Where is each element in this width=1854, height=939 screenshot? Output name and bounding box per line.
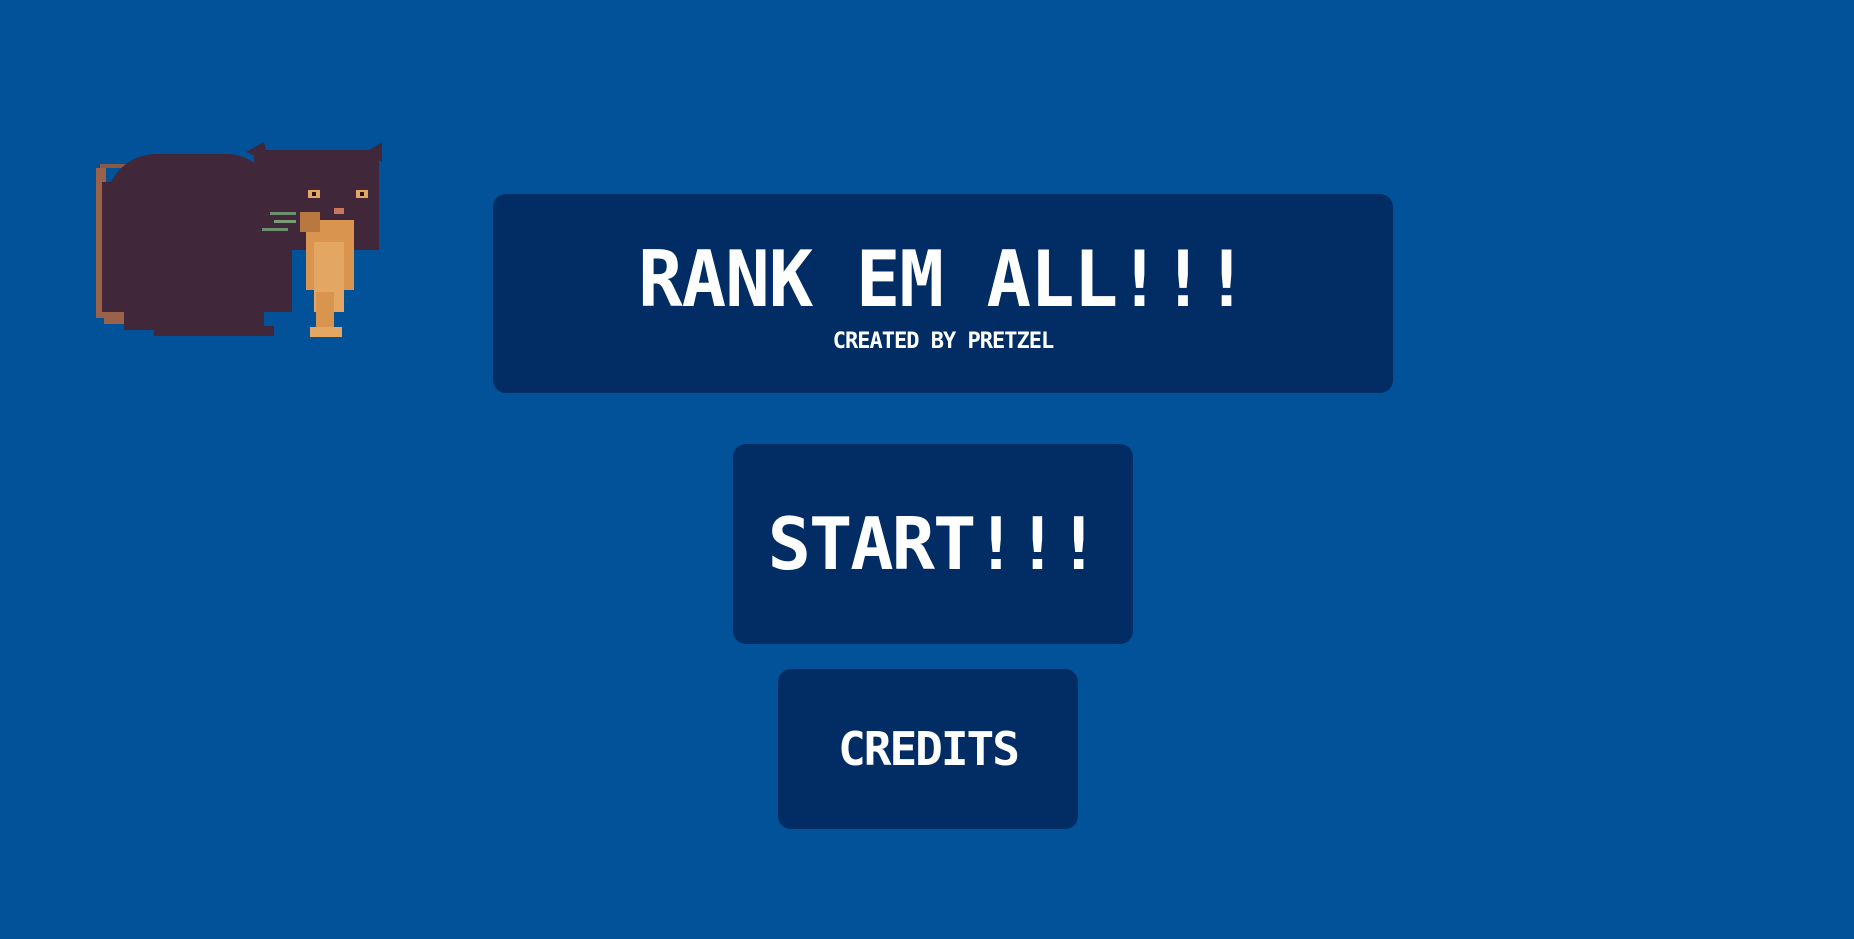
title-screen: RANK EM ALL!!! CREATED BY PRETZEL START!… [0,0,1854,939]
credits-button[interactable]: CREDITS [778,669,1078,829]
start-button-label: START!!! [767,502,1101,586]
title-banner: RANK EM ALL!!! CREATED BY PRETZEL [493,194,1393,393]
game-title: RANK EM ALL!!! [638,234,1249,326]
cat-sprite [96,142,382,337]
start-button[interactable]: START!!! [733,444,1133,644]
creator-subtitle: CREATED BY PRETZEL [832,329,1054,354]
pixel-cat-icon [94,142,384,357]
credits-button-label: CREDITS [838,722,1020,776]
